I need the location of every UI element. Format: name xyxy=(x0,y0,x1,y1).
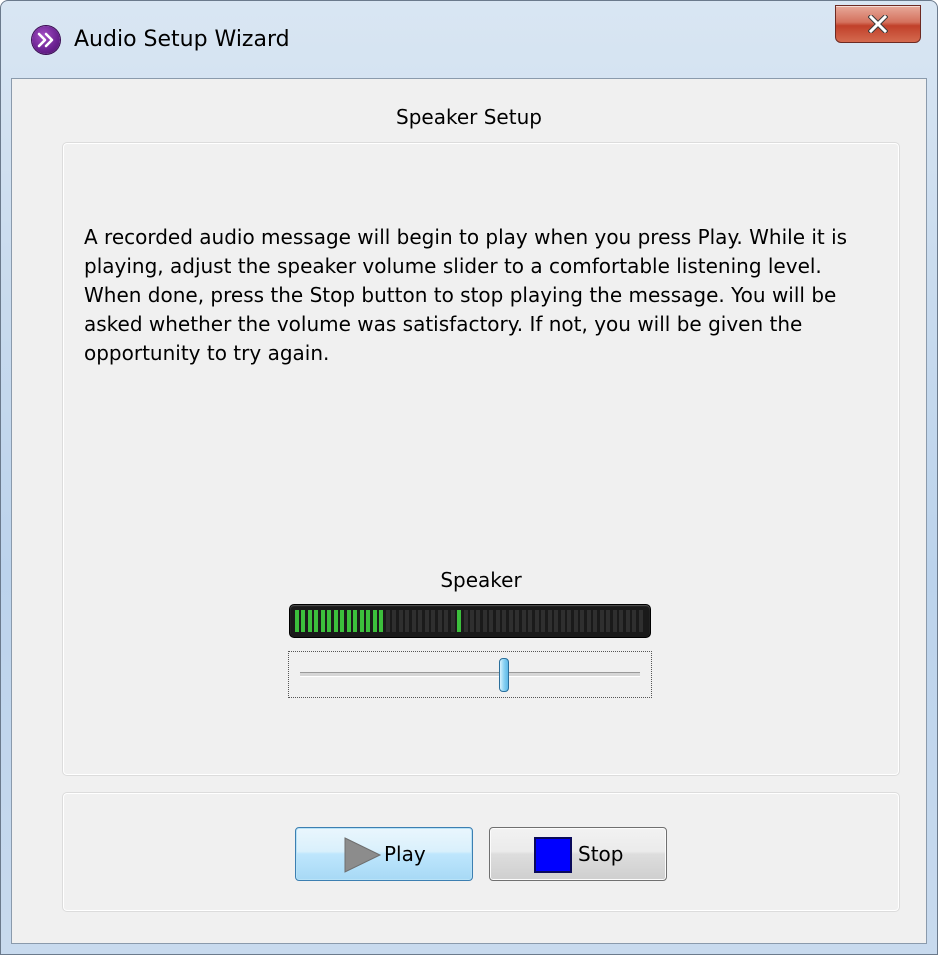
speaker-setup-panel: A recorded audio message will begin to p… xyxy=(62,142,900,776)
meter-segment xyxy=(554,610,559,632)
window-title: Audio Setup Wizard xyxy=(74,27,290,52)
meter-segment xyxy=(372,610,377,632)
wizard-chevron-icon xyxy=(32,26,60,54)
meter-segment xyxy=(307,610,312,632)
meter-segment xyxy=(632,610,637,632)
meter-segment xyxy=(567,610,572,632)
wizard-body: Speaker Setup A recorded audio message w… xyxy=(11,78,927,944)
speaker-level-meter xyxy=(289,604,651,638)
meter-segment xyxy=(612,610,617,632)
meter-segment xyxy=(359,610,364,632)
stop-button-label: Stop xyxy=(578,842,624,866)
slider-track xyxy=(300,672,640,677)
stop-icon xyxy=(534,837,572,873)
meter-segment xyxy=(424,610,429,632)
meter-segment xyxy=(521,610,526,632)
meter-segment xyxy=(457,610,462,632)
meter-segment xyxy=(320,610,325,632)
meter-segment xyxy=(541,610,546,632)
meter-segment xyxy=(385,610,390,632)
meter-segment xyxy=(560,610,565,632)
meter-segment xyxy=(463,610,468,632)
meter-segment xyxy=(418,610,423,632)
title-bar[interactable]: Audio Setup Wizard xyxy=(1,1,937,77)
section-title: Speaker Setup xyxy=(396,105,542,129)
meter-segment xyxy=(411,610,416,632)
meter-segment xyxy=(508,610,513,632)
meter-segment xyxy=(450,610,455,632)
meter-segment xyxy=(638,610,643,632)
instructions-text: A recorded audio message will begin to p… xyxy=(84,225,848,365)
meter-segment xyxy=(593,610,598,632)
play-button-label: Play xyxy=(384,842,426,866)
meter-segment xyxy=(547,610,552,632)
meter-segment xyxy=(606,610,611,632)
meter-segment xyxy=(470,610,474,632)
stop-button[interactable]: Stop xyxy=(489,827,667,881)
meter-segment xyxy=(405,610,410,632)
meter-segment xyxy=(495,610,500,632)
button-panel: Play Stop xyxy=(62,792,900,912)
meter-segment xyxy=(437,610,442,632)
meter-segment xyxy=(444,610,449,632)
speaker-volume-slider[interactable] xyxy=(288,651,652,698)
meter-segment xyxy=(619,610,624,632)
meter-segment xyxy=(346,610,351,632)
meter-segment xyxy=(515,610,520,632)
close-button[interactable] xyxy=(835,5,921,43)
meter-segment xyxy=(327,610,332,632)
meter-segment xyxy=(625,610,630,632)
meter-segment xyxy=(340,610,345,632)
meter-segment xyxy=(301,610,306,632)
meter-segments xyxy=(295,610,645,632)
close-icon xyxy=(868,15,888,33)
meter-segment xyxy=(586,610,591,632)
play-button[interactable]: Play xyxy=(295,827,473,881)
meter-segment xyxy=(489,610,494,632)
meter-segment xyxy=(366,610,371,632)
meter-segment xyxy=(379,610,384,632)
meter-segment xyxy=(482,610,487,632)
meter-segment xyxy=(476,610,481,632)
meter-segment xyxy=(295,610,299,632)
meter-segment xyxy=(431,610,436,632)
meter-segment xyxy=(502,610,507,632)
meter-segment xyxy=(392,610,397,632)
meter-segment xyxy=(333,610,338,632)
slider-thumb[interactable] xyxy=(499,658,509,692)
meter-segment xyxy=(580,610,585,632)
meter-segment xyxy=(599,610,604,632)
meter-segment xyxy=(534,610,539,632)
meter-segment xyxy=(314,610,319,632)
meter-segment xyxy=(528,610,533,632)
speaker-label: Speaker xyxy=(440,568,522,592)
meter-segment xyxy=(573,610,578,632)
meter-segment xyxy=(353,610,358,632)
play-icon xyxy=(344,837,382,873)
meter-segment xyxy=(398,610,403,632)
audio-setup-wizard-window: Audio Setup Wizard Speaker Setup A recor… xyxy=(0,0,938,955)
